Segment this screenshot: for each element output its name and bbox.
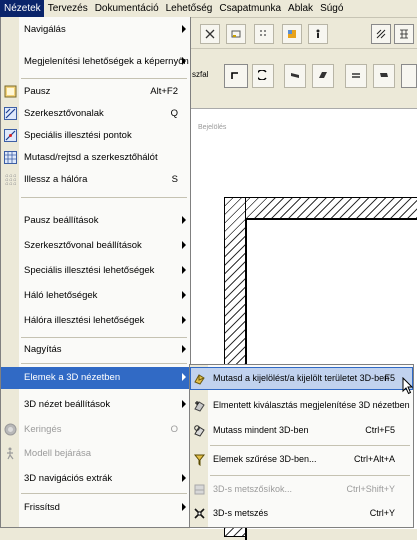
toolbar-field-label: szfal	[192, 70, 209, 79]
submenu-item-saved-selection-3d[interactable]: Elmentett kiválasztás megjelenítése 3D n…	[190, 394, 413, 417]
wall-geometry-button[interactable]	[224, 64, 248, 88]
wall-hatch-top	[224, 197, 417, 219]
menu-item-illessz-a-halora[interactable]: Illessz a hálóra S	[1, 169, 190, 191]
menu-item-pausz-beallitasok[interactable]: Pausz beállítások	[1, 210, 190, 232]
guide-lines-icon	[4, 107, 17, 120]
canvas-label: Bejelölés	[198, 124, 227, 131]
menu-bar: Nézetek Tervezés Dokumentáció Lehetőség …	[0, 0, 417, 18]
show-selection-3d-icon	[194, 374, 205, 385]
menu-item-keringes: Keringés O	[1, 419, 190, 441]
menu-separator	[21, 337, 187, 338]
menubar-item-csapatmunka[interactable]: Csapatmunka	[215, 0, 284, 17]
menu-item-pausz[interactable]: Pausz Alt+F2	[1, 81, 190, 103]
menu-item-megjelenitesi-lehetosegek[interactable]: Megjelenítési lehetőségek a képernyőn	[1, 51, 190, 73]
menu-item-szerkesztovonal-beallitasok[interactable]: Szerkesztővonal beállítások	[1, 235, 190, 257]
cutting-planes-icon	[194, 484, 205, 495]
grid-icon	[4, 151, 17, 164]
mouse-pointer-icon	[402, 377, 414, 395]
submenu-arrow-icon	[182, 400, 186, 408]
submenu-arrow-icon	[182, 25, 186, 33]
menu-item-nagyitas[interactable]: Nagyítás	[1, 339, 190, 361]
submenu-arrow-icon	[182, 503, 186, 511]
menu-item-szerkesztohalo[interactable]: Mutasd/rejtsd a szerkesztőhálót	[1, 147, 190, 169]
menu-item-specialis-illesztesi-pontok[interactable]: Speciális illesztési pontok	[1, 125, 190, 147]
show-all-3d-icon	[194, 425, 205, 437]
menu-item-halora-illesztesi-lehetosegek[interactable]: Hálóra illesztési lehetőségek	[1, 310, 190, 332]
grid-snap-tool-button[interactable]	[394, 24, 414, 44]
submenu-arrow-icon	[182, 291, 186, 299]
menu-item-3d-nezet-beallitasok[interactable]: 3D nézet beállítások	[1, 394, 190, 416]
submenu-arrow-icon	[182, 216, 186, 224]
submenu-item-show-all-3d[interactable]: Mutass mindent 3D-ben Ctrl+F5	[190, 419, 413, 442]
wall-line-button[interactable]	[345, 64, 367, 88]
snap-tool-button[interactable]	[371, 24, 391, 44]
submenu-item-show-selection-3d[interactable]: Mutasd a kijelölést/a kijelölt területet…	[190, 367, 413, 390]
layout-tool-button[interactable]	[226, 24, 246, 44]
submenu-separator	[210, 475, 410, 476]
special-snap-icon	[4, 129, 17, 142]
standard-toolbar	[190, 18, 417, 49]
menu-item-frissitsd[interactable]: Frissítsd	[1, 497, 190, 519]
menu-separator	[21, 78, 187, 79]
walk-icon	[7, 447, 14, 460]
submenu-arrow-icon	[182, 266, 186, 274]
menu-separator	[21, 493, 187, 494]
menubar-item-ablak[interactable]: Ablak	[284, 0, 316, 17]
menu-separator	[21, 363, 187, 364]
submenu-arrow-icon	[182, 474, 186, 482]
polygon-wall-button[interactable]	[312, 64, 334, 88]
submenu-arrow-icon	[182, 57, 186, 65]
menubar-item-nezetek[interactable]: Nézetek	[0, 0, 44, 17]
dots-tool-button[interactable]	[254, 24, 274, 44]
submenu-arrow-icon	[182, 373, 186, 381]
3d-cutaway-icon	[194, 508, 205, 519]
wall-slant-button[interactable]	[373, 64, 395, 88]
view-menu: Navigálás Megjelenítési lehetőségek a ké…	[0, 17, 191, 528]
orbit-icon	[4, 423, 17, 436]
menubar-item-tervezes[interactable]: Tervezés	[44, 0, 91, 17]
menubar-item-dokumentacio[interactable]: Dokumentáció	[91, 0, 162, 17]
tracing-icon	[4, 85, 17, 98]
submenu-item-3d-cutaway[interactable]: 3D-s metszés Ctrl+Y	[190, 502, 413, 525]
color-tool-button[interactable]	[282, 24, 302, 44]
menu-item-3d-navigacios-extrak[interactable]: 3D navigációs extrák	[1, 468, 190, 490]
menu-separator	[21, 197, 187, 198]
menu-item-navigalas[interactable]: Navigálás	[1, 19, 190, 41]
curved-wall-button[interactable]	[252, 64, 274, 88]
trapezoid-wall-button[interactable]	[284, 64, 306, 88]
menu-item-szerkesztovonalak[interactable]: Szerkesztővonalak Q	[1, 103, 190, 125]
menu-item-modell-bejarasa: Modell bejárása	[1, 443, 190, 465]
submenu-arrow-icon	[182, 345, 186, 353]
menu-item-specialis-illesztesi-lehetosegek[interactable]: Speciális illesztési lehetőségek	[1, 260, 190, 282]
saved-selection-icon	[194, 401, 205, 412]
submenu-separator	[210, 445, 410, 446]
submenu-item-filter-elements-3d[interactable]: Elemek szűrése 3D-ben... Ctrl+Alt+A	[190, 448, 413, 471]
menubar-item-sugo[interactable]: Súgó	[316, 0, 346, 17]
menu-item-halo-lehetosegek[interactable]: Háló lehetőségek	[1, 285, 190, 307]
menu-item-elemek-a-3d-nezetben[interactable]: Elemek a 3D nézetben	[1, 367, 190, 389]
info-toolbar: szfal	[190, 54, 417, 98]
wall-extra-button[interactable]	[401, 64, 417, 88]
elements-3d-submenu: Mutasd a kijelölést/a kijelölt területet…	[189, 364, 414, 528]
snap-grid-icon	[5, 174, 16, 185]
submenu-arrow-icon	[182, 316, 186, 324]
submenu-item-3d-cutting-planes: 3D-s metszősíkok... Ctrl+Shift+Y	[190, 478, 413, 501]
figure-tool-button[interactable]	[308, 24, 328, 44]
menubar-item-lehetoseg[interactable]: Lehetőség	[162, 0, 216, 17]
cross-tool-button[interactable]	[200, 24, 220, 44]
submenu-arrow-icon	[182, 241, 186, 249]
filter-elements-icon	[193, 454, 206, 466]
